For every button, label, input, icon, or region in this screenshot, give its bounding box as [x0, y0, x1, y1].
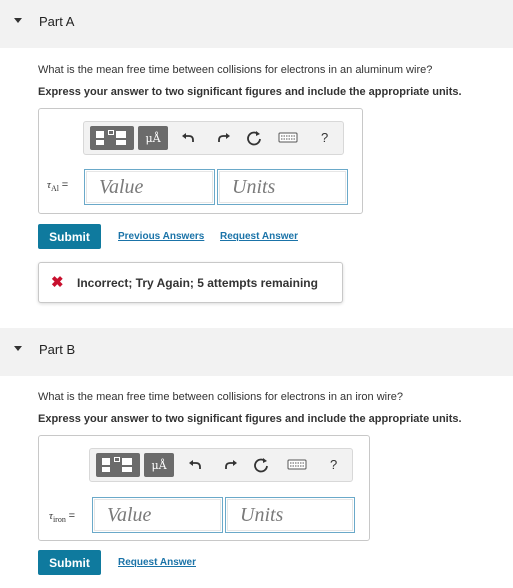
part-b-title: Part B: [39, 342, 76, 357]
caret-down-icon[interactable]: [14, 18, 22, 23]
part-a-request-answer-link[interactable]: Request Answer: [220, 231, 298, 242]
variable-subscript: iron: [52, 515, 66, 525]
part-b-instruction: Express your answer to two significant f…: [38, 413, 462, 425]
part-a-answer-box: μÅ ? τAl = Value Units: [38, 108, 363, 214]
part-a-math-toolbar: μÅ ?: [83, 121, 344, 155]
equals-sign: =: [68, 510, 76, 522]
equals-sign: =: [61, 179, 69, 191]
keyboard-icon[interactable]: [278, 130, 298, 146]
part-a-variable-label: τAl =: [47, 179, 68, 193]
undo-icon[interactable]: [180, 130, 196, 146]
part-a-title: Part A: [39, 14, 75, 29]
templates-icon[interactable]: [96, 453, 140, 477]
reset-icon[interactable]: [253, 457, 269, 473]
part-b-units-input[interactable]: Units: [225, 497, 355, 533]
units-symbol-button[interactable]: μÅ: [138, 126, 168, 150]
part-b-request-answer-link[interactable]: Request Answer: [118, 557, 196, 568]
redo-icon[interactable]: [223, 457, 239, 473]
part-b-value-input[interactable]: Value: [92, 497, 223, 533]
units-symbol-button[interactable]: μÅ: [144, 453, 174, 477]
redo-icon[interactable]: [216, 130, 232, 146]
part-a-header[interactable]: Part A: [0, 0, 513, 48]
part-b-math-toolbar: μÅ ?: [89, 448, 353, 482]
keyboard-icon[interactable]: [287, 457, 307, 473]
feedback-message: Incorrect; Try Again; 5 attempts remaini…: [77, 276, 318, 290]
variable-subscript: Al: [50, 184, 59, 194]
help-icon[interactable]: ?: [321, 130, 328, 145]
part-a-value-input[interactable]: Value: [84, 169, 215, 205]
part-a-instruction: Express your answer to two significant f…: [38, 86, 462, 98]
templates-icon[interactable]: [90, 126, 134, 150]
previous-answers-link[interactable]: Previous Answers: [118, 231, 204, 242]
part-b-header[interactable]: Part B: [0, 328, 513, 376]
caret-down-icon[interactable]: [14, 346, 22, 351]
reset-icon[interactable]: [246, 130, 262, 146]
part-b-submit-button[interactable]: Submit: [38, 550, 101, 575]
help-icon[interactable]: ?: [330, 457, 337, 472]
part-b-question: What is the mean free time between colli…: [38, 391, 404, 403]
part-b-variable-label: τiron =: [49, 510, 75, 524]
undo-icon[interactable]: [187, 457, 203, 473]
part-a-submit-button[interactable]: Submit: [38, 224, 101, 249]
part-b-answer-box: μÅ ? τiron = Value Units: [38, 435, 370, 541]
part-a-question: What is the mean free time between colli…: [38, 64, 433, 76]
incorrect-icon: ✖: [51, 274, 64, 291]
part-a-units-input[interactable]: Units: [217, 169, 348, 205]
feedback-box: ✖ Incorrect; Try Again; 5 attempts remai…: [38, 262, 343, 303]
